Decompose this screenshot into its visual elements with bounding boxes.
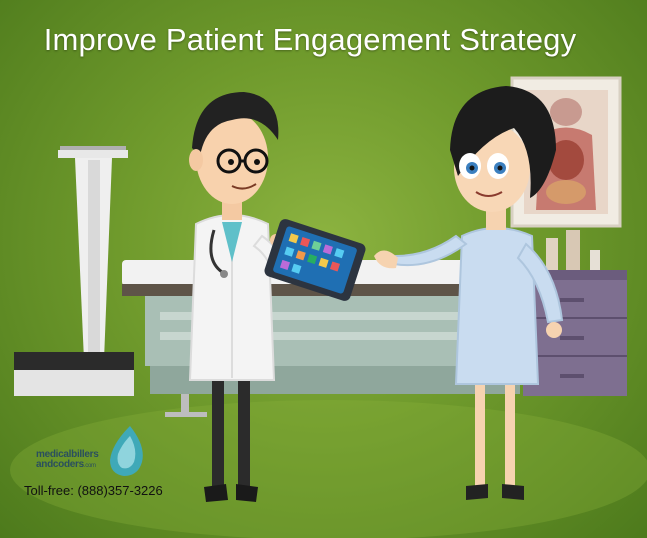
cabinet	[523, 230, 627, 396]
toll-free-number: Toll-free: (888)357-3226	[24, 483, 163, 498]
page-title: Improve Patient Engagement Strategy	[43, 22, 577, 57]
weighing-scale-icon	[14, 146, 134, 396]
brand-name: medicalbillers andcoders.com	[36, 450, 99, 471]
brand-suffix: .com	[83, 463, 96, 469]
brand-line-2: andcoders	[36, 459, 84, 470]
illustration-stage: Improve Patient Engagement Strategy medi…	[0, 0, 647, 538]
